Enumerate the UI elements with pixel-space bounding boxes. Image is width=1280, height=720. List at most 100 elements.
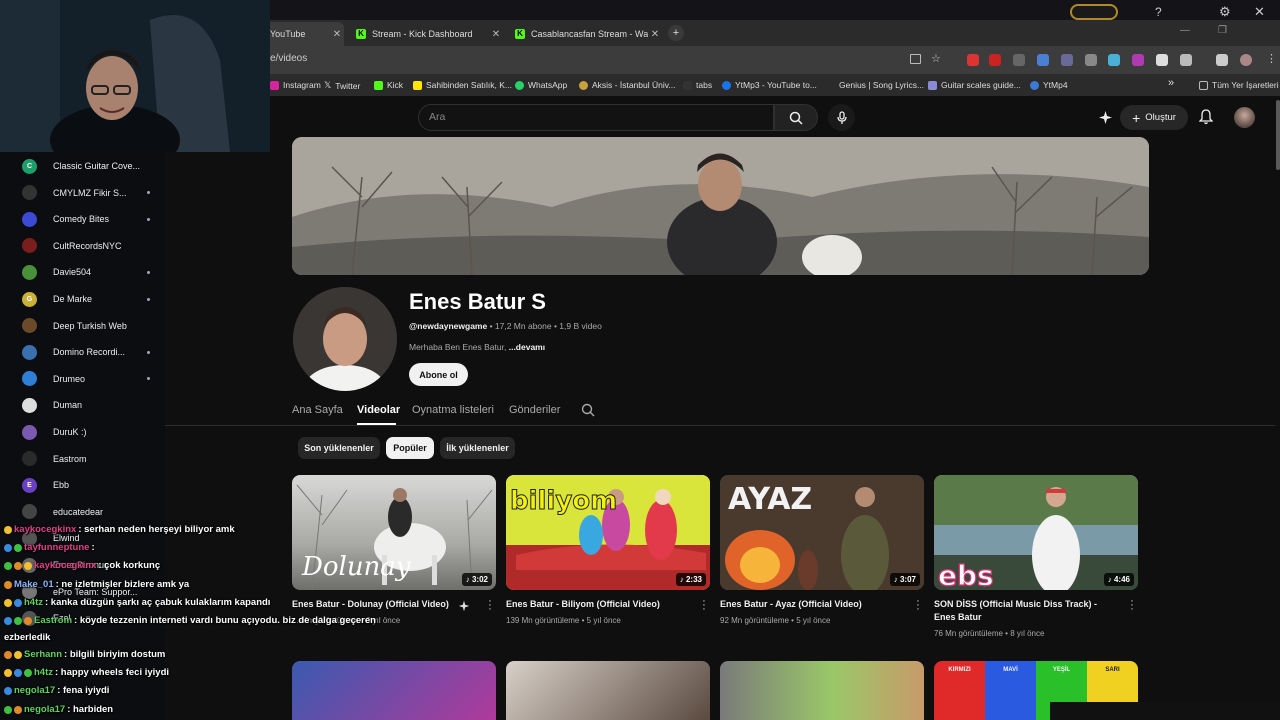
tab-casablancasfan[interactable]: K Casablancasfan Stream - Watch ✕ [507, 22, 662, 46]
video-title[interactable]: SON DİSS (Official Music Diss Track) - E… [934, 598, 1114, 624]
chat-username[interactable]: negola17 [14, 685, 55, 696]
chat-username[interactable]: kaykocegkinx [34, 560, 96, 571]
help-icon[interactable]: ? [1155, 5, 1162, 19]
tab-posts[interactable]: Gönderiler [509, 404, 560, 416]
sidebar-channel-item[interactable]: CMYLMZ Fikir S... [0, 180, 165, 206]
video-thumbnail[interactable]: ebs ♪ 4:46 [934, 475, 1138, 590]
sidebar-channel-item[interactable]: Drumeo [0, 366, 165, 392]
window-maximize-button[interactable]: ❐ [1218, 25, 1227, 36]
video-title[interactable]: Enes Batur - Biliyom (Official Video) [506, 598, 686, 611]
tab-close-icon[interactable]: ✕ [489, 29, 503, 40]
bookmark-guitar-scales[interactable]: Guitar scales guide... [928, 80, 1021, 90]
chat-username[interactable]: negola17 [24, 704, 65, 715]
bookmark-aksis[interactable]: Aksis - İstanbul Üniv... [579, 80, 675, 90]
extension-icon[interactable] [989, 54, 1001, 66]
puzzle-extension-icon[interactable] [1180, 54, 1192, 66]
bookmark-twitter[interactable]: 𝕏 Twitter [324, 80, 360, 91]
search-button[interactable] [774, 104, 818, 131]
video-card[interactable]: ebs ♪ 4:46 SON DİSS (Official Music Diss… [934, 475, 1138, 645]
sidebar-channel-item[interactable]: CultRecordsNYC [0, 233, 165, 259]
bookmark-star-icon[interactable]: ☆ [931, 52, 941, 65]
tab-close-icon[interactable]: ✕ [648, 29, 662, 40]
gear-icon[interactable]: ⚙ [1219, 4, 1231, 20]
tab-close-icon[interactable]: ✕ [330, 29, 344, 40]
sidebar-channel-item[interactable]: C Classic Guitar Cove... [0, 153, 165, 179]
video-menu-icon[interactable]: · · · [1129, 596, 1135, 615]
bookmark-whatsapp[interactable]: WhatsApp [515, 80, 567, 90]
sidebar-channel-item[interactable]: Davie504 [0, 259, 165, 285]
page-scrollbar[interactable] [1275, 96, 1280, 720]
video-thumbnail[interactable] [720, 661, 924, 720]
video-card[interactable]: AYAZ ♪ 3:07 Enes Batur - Ayaz (Official … [720, 475, 924, 635]
tab-youtube[interactable]: YouTube ✕ [262, 22, 344, 46]
chip-latest[interactable]: Son yüklenenler [298, 437, 380, 459]
bookmark-ytmp4[interactable]: YtMp4 [1030, 80, 1068, 90]
extension-icon[interactable] [1037, 54, 1049, 66]
chat-username[interactable]: Eastrom [34, 615, 72, 626]
tab-kick-dashboard[interactable]: K Stream - Kick Dashboard ✕ [348, 22, 503, 46]
bookmark-kick[interactable]: Kick [374, 80, 403, 90]
chat-username[interactable]: ezberledik [4, 632, 50, 643]
channel-avatar[interactable] [293, 287, 397, 391]
account-avatar[interactable] [1234, 107, 1255, 128]
description-more[interactable]: ...devamı [509, 342, 545, 352]
search-input[interactable]: Ara [418, 104, 774, 131]
url-input[interactable]: e/videos [270, 53, 307, 64]
extension-icon[interactable] [1108, 54, 1120, 66]
adblock-extension-icon[interactable] [967, 54, 979, 66]
bookmark-instagram[interactable]: Instagram [270, 80, 321, 90]
queue-icon[interactable] [1216, 54, 1228, 66]
subscribe-button[interactable]: Abone ol [409, 363, 468, 386]
sidebar-channel-item[interactable]: Deep Turkish Web [0, 313, 165, 339]
tab-home[interactable]: Ana Sayfa [292, 404, 343, 416]
sidebar-channel-item[interactable]: G De Marke [0, 286, 165, 312]
scrollbar-thumb[interactable] [1276, 100, 1280, 170]
extension-icon[interactable] [1013, 54, 1025, 66]
video-thumbnail[interactable]: AYAZ ♪ 3:07 [720, 475, 924, 590]
tab-playlists[interactable]: Oynatma listeleri [412, 404, 494, 416]
chip-oldest[interactable]: İlk yüklenenler [440, 437, 515, 459]
chat-username[interactable]: h4tz [34, 667, 53, 678]
browser-menu-icon[interactable]: ⋮ [1266, 52, 1277, 65]
bookmark-genius[interactable]: Genius | Song Lyrics... [839, 80, 924, 90]
profile-avatar[interactable] [1240, 54, 1252, 66]
bookmark-sahibinden[interactable]: Sahibinden Satılık, K... [413, 80, 512, 90]
sidebar-channel-item[interactable]: Comedy Bites [0, 206, 165, 232]
chat-username[interactable]: kaykocegkinx [14, 524, 76, 535]
close-icon[interactable]: ✕ [1254, 4, 1265, 20]
extension-icon[interactable] [1085, 54, 1097, 66]
channel-description[interactable]: Merhaba Ben Enes Batur, ...devamı [409, 342, 545, 352]
window-minimize-button[interactable]: — [1180, 25, 1190, 36]
channel-search-button[interactable] [581, 403, 595, 422]
create-button[interactable]: + Oluştur [1120, 105, 1188, 130]
sidebar-channel-item[interactable]: DuruK :) [0, 419, 165, 445]
extension-icon[interactable] [1132, 54, 1144, 66]
video-thumbnail[interactable]: biliyom ♪ 2:33 [506, 475, 710, 590]
chat-username[interactable]: Make_01 [14, 579, 54, 590]
voice-search-button[interactable] [828, 104, 855, 131]
pen-extension-icon[interactable] [1156, 54, 1168, 66]
all-bookmarks-folder[interactable]: Tüm Yer İşaretleri [1199, 80, 1279, 90]
ai-sparkle-icon[interactable] [1098, 110, 1113, 125]
bookmark-tabs[interactable]: tabs [683, 80, 712, 90]
chip-popular[interactable]: Popüler [386, 437, 434, 459]
video-menu-icon[interactable]: · · · [487, 596, 493, 615]
new-tab-button[interactable]: + [668, 25, 684, 41]
chat-username[interactable]: tayfunneptune [24, 542, 89, 553]
chat-username[interactable]: h4tz [24, 597, 43, 608]
video-menu-icon[interactable]: · · · [701, 596, 707, 615]
sparkle-icon[interactable] [458, 599, 470, 612]
install-app-icon[interactable] [910, 54, 921, 64]
video-menu-icon[interactable]: · · · [915, 596, 921, 615]
tab-videos[interactable]: Videolar [357, 404, 400, 416]
sidebar-channel-item[interactable]: Domino Recordi... [0, 339, 165, 365]
video-title[interactable]: Enes Batur - Ayaz (Official Video) [720, 598, 900, 611]
video-thumbnail[interactable] [506, 661, 710, 720]
chat-username[interactable]: Serhann [24, 649, 62, 660]
video-card[interactable]: biliyom ♪ 2:33 Enes Batur - Biliyom (Off… [506, 475, 710, 635]
notifications-button[interactable] [1198, 109, 1214, 130]
bookmark-ytmp3[interactable]: YtMp3 - YouTube to... [722, 80, 817, 90]
sidebar-channel-item[interactable]: E Ebb [0, 472, 165, 498]
extension-icon[interactable] [1061, 54, 1073, 66]
sidebar-channel-item[interactable]: Duman [0, 392, 165, 418]
